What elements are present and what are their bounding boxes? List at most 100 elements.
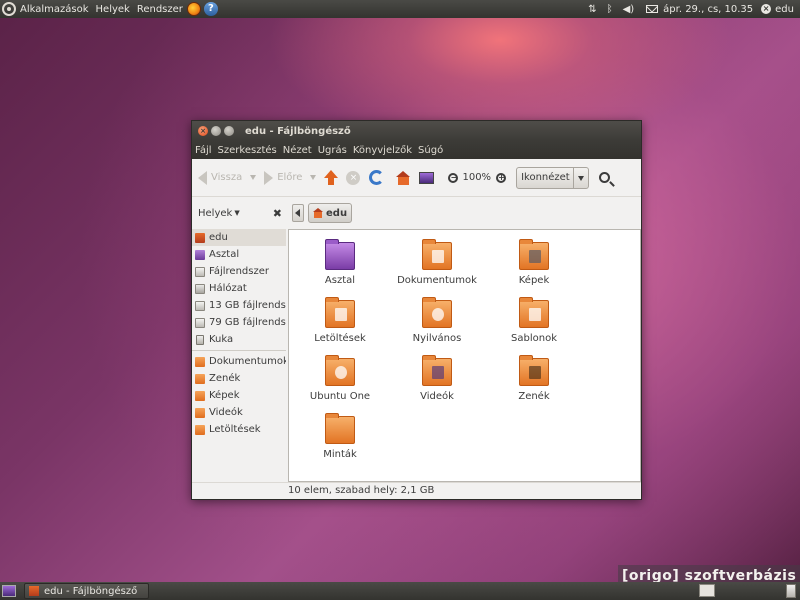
menu-bookmarks[interactable]: Könyvjelzők xyxy=(353,145,412,156)
sidebar-item-music[interactable]: Zenék xyxy=(192,370,286,387)
window-maximize-button[interactable] xyxy=(224,126,234,136)
trash-icon[interactable] xyxy=(786,584,796,598)
top-panel-left: Alkalmazások Helyek Rendszer ? xyxy=(0,0,218,18)
clock[interactable]: ápr. 29., cs, 10.35 xyxy=(663,4,753,15)
file-item-desktop[interactable]: Asztal xyxy=(295,239,385,286)
volume-icon[interactable]: ◀) xyxy=(623,4,635,15)
desktop-icon xyxy=(195,249,205,260)
window-close-button[interactable]: × xyxy=(198,126,208,136)
folder-icon xyxy=(195,424,205,435)
file-item-pictures[interactable]: Képek xyxy=(489,239,579,286)
search-icon[interactable] xyxy=(599,172,611,183)
sidebar-item-videos[interactable]: Videók xyxy=(192,404,286,421)
sidebar-item-label: Letöltések xyxy=(209,424,261,435)
back-arrow-icon xyxy=(198,170,207,185)
home-icon[interactable] xyxy=(396,170,411,185)
mail-icon[interactable] xyxy=(646,5,659,13)
templates-folder-icon xyxy=(519,297,549,328)
window-titlebar[interactable]: × edu - Fájlböngésző xyxy=(192,121,641,141)
drive-icon xyxy=(195,300,205,311)
places-sidebar: edu Asztal Fájlrendszer Hálózat 13 GB fá… xyxy=(192,229,286,482)
bluetooth-icon[interactable]: ᛒ xyxy=(607,4,613,15)
menu-view[interactable]: Nézet xyxy=(283,145,312,156)
stop-icon[interactable]: × xyxy=(346,170,361,185)
up-arrow-icon[interactable] xyxy=(324,169,339,186)
location-row: Helyek ▼ ✖ edu xyxy=(192,197,641,229)
file-item-templates[interactable]: Sablonok xyxy=(489,297,579,344)
sidebar-item-label: Hálózat xyxy=(209,283,247,294)
file-item-examples[interactable]: Minták xyxy=(295,413,385,460)
sidebar-divider xyxy=(192,350,286,351)
sidebar-item-network[interactable]: Hálózat xyxy=(192,280,286,297)
file-item-downloads[interactable]: Letöltések xyxy=(295,297,385,344)
zoom-in-icon[interactable]: + xyxy=(496,172,507,183)
computer-icon[interactable] xyxy=(419,171,435,184)
path-scroll-left-button[interactable] xyxy=(292,204,304,222)
reload-icon[interactable] xyxy=(369,170,385,185)
menu-help[interactable]: Súgó xyxy=(418,145,443,156)
show-desktop-icon[interactable] xyxy=(2,585,16,597)
menu-file[interactable]: Fájl xyxy=(195,145,212,156)
zoom-level[interactable]: 100% xyxy=(462,172,491,183)
menu-go[interactable]: Ugrás xyxy=(318,145,347,156)
file-item-label: Nyilvános xyxy=(412,333,462,344)
workspace-switcher[interactable] xyxy=(699,584,715,597)
chevron-down-icon xyxy=(573,167,588,188)
ubuntu-one-folder-icon xyxy=(325,355,355,386)
sidebar-item-documents[interactable]: Dokumentumok xyxy=(192,353,286,370)
examples-folder-icon xyxy=(325,413,355,444)
file-item-label: Ubuntu One xyxy=(309,391,371,402)
menu-places[interactable]: Helyek xyxy=(96,4,130,15)
sidebar-item-volume-79gb[interactable]: 79 GB fájlrends... xyxy=(192,314,286,331)
close-icon[interactable]: ✖ xyxy=(273,207,282,220)
zoom-out-icon[interactable]: − xyxy=(448,172,459,183)
file-item-label: Sablonok xyxy=(511,333,557,344)
sidebar-item-filesystem[interactable]: Fájlrendszer xyxy=(192,263,286,280)
view-mode-select[interactable]: Ikonnézet xyxy=(516,166,590,189)
file-item-label: Dokumentumok xyxy=(397,275,477,286)
sidebar-item-downloads[interactable]: Letöltések xyxy=(192,421,286,438)
sidebar-item-label: Asztal xyxy=(209,249,240,260)
back-button[interactable]: Vissza xyxy=(198,170,243,185)
help-launcher-icon[interactable]: ? xyxy=(203,2,218,16)
firefox-launcher-icon[interactable] xyxy=(186,2,201,16)
forward-history-dropdown[interactable] xyxy=(310,175,317,180)
file-item-documents[interactable]: Dokumentumok xyxy=(392,239,482,286)
file-item-public[interactable]: Nyilvános xyxy=(392,297,482,344)
file-item-label: Letöltések xyxy=(314,333,366,344)
back-history-dropdown[interactable] xyxy=(250,175,257,180)
window-minimize-button[interactable] xyxy=(211,126,221,136)
file-item-label: Képek xyxy=(518,275,550,286)
status-bar: 10 elem, szabad hely: 2,1 GB xyxy=(192,482,641,499)
sidebar-item-pictures[interactable]: Képek xyxy=(192,387,286,404)
user-name[interactable]: edu xyxy=(775,4,794,15)
path-button-home[interactable]: edu xyxy=(308,203,353,223)
sidebar-item-label: Kuka xyxy=(209,334,234,345)
taskbar-button-label: edu - Fájlböngésző xyxy=(44,585,138,597)
pictures-folder-icon xyxy=(519,239,549,270)
music-folder-icon xyxy=(519,355,549,386)
file-item-videos[interactable]: Videók xyxy=(392,355,482,402)
file-item-label: Asztal xyxy=(324,275,356,286)
menu-applications[interactable]: Alkalmazások xyxy=(20,4,89,15)
sidebar-item-label: Fájlrendszer xyxy=(209,266,269,277)
ubuntu-logo-icon[interactable] xyxy=(2,2,16,16)
file-icon-view[interactable]: Asztal Dokumentumok Képek Letöltések Nyi… xyxy=(288,229,641,482)
taskbar-button-file-browser[interactable]: edu - Fájlböngésző xyxy=(24,583,149,599)
menu-edit[interactable]: Szerkesztés xyxy=(218,145,277,156)
public-folder-icon xyxy=(422,297,452,328)
sidebar-item-volume-13gb[interactable]: 13 GB fájlrends... xyxy=(192,297,286,314)
menu-system[interactable]: Rendszer xyxy=(137,4,183,15)
sidebar-item-home[interactable]: edu xyxy=(192,229,286,246)
sidebar-item-trash[interactable]: Kuka xyxy=(192,331,286,348)
network-icon[interactable]: ⇅ xyxy=(588,4,596,15)
user-switch-icon[interactable]: × xyxy=(761,4,772,14)
path-label: edu xyxy=(326,207,348,219)
forward-button[interactable]: Előre xyxy=(264,170,302,185)
chevron-down-icon: ▼ xyxy=(234,209,240,217)
sidebar-header[interactable]: Helyek ▼ ✖ xyxy=(192,207,288,220)
file-item-ubuntu-one[interactable]: Ubuntu One xyxy=(295,355,385,402)
back-label: Vissza xyxy=(211,172,243,183)
file-item-music[interactable]: Zenék xyxy=(489,355,579,402)
sidebar-item-desktop[interactable]: Asztal xyxy=(192,246,286,263)
